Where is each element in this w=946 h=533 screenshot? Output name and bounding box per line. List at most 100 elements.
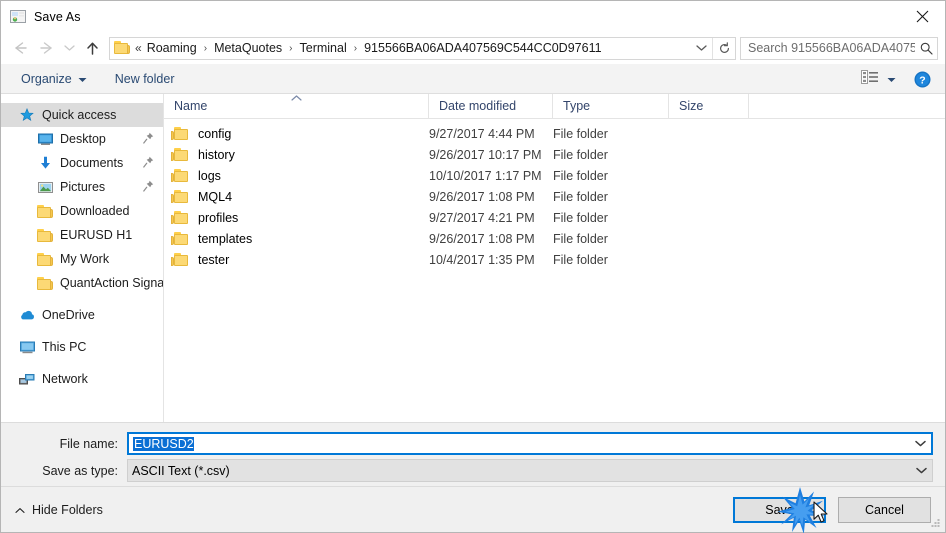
forward-button[interactable] [33,35,59,61]
hide-folders-button[interactable]: Hide Folders [15,503,103,517]
column-header-date-modified[interactable]: Date modified [429,93,553,119]
column-header-size[interactable]: Size [669,93,749,119]
file-name-input[interactable]: EURUSD2 [127,432,933,455]
close-icon[interactable] [899,1,945,31]
cancel-button[interactable]: Cancel [838,496,931,523]
cell-type: File folder [553,252,608,267]
table-row[interactable]: logs 10/10/2017 1:17 PM File folder [164,165,945,186]
address-bar[interactable]: « Roaming › MetaQuotes › Terminal › 9155… [109,36,736,60]
chevron-right-icon[interactable]: › [350,43,361,54]
chevron-down-icon[interactable] [910,467,932,474]
cell-name: MQL4 [164,186,429,207]
folder-icon [171,189,190,204]
file-name-value: EURUSD2 [129,436,909,451]
sidebar-item-label: Quick access [42,108,117,122]
sidebar-item-eurusd-h1[interactable]: EURUSD H1 [1,223,163,247]
table-row[interactable]: templates 9/26/2017 1:08 PM File folder [164,228,945,249]
file-name-row: File name: EURUSD2 [1,432,945,455]
save-as-type-select[interactable]: ASCII Text (*.csv) [127,459,933,482]
chevron-right-icon[interactable]: › [200,43,211,54]
app-icon [10,9,26,25]
table-row[interactable]: history 9/26/2017 10:17 PM File folder [164,144,945,165]
breadcrumb-overflow[interactable]: « [135,41,144,55]
hide-folders-label: Hide Folders [32,502,103,517]
sidebar-item-label: My Work [60,252,110,266]
sidebar-item-quantaction-signal[interactable]: QuantAction Signal [1,271,163,295]
sidebar-item-documents[interactable]: Documents [1,151,163,175]
resize-grip-icon[interactable] [929,516,942,529]
folder-icon [37,251,53,267]
sidebar-item-label: Pictures [60,180,106,194]
folder-icon [171,231,190,246]
cell-name: profiles [164,207,429,228]
cell-type: File folder [553,210,608,225]
dialog-body: Quick access Desktop Documents Pictures … [1,93,945,422]
file-name-label: File name: [59,436,118,451]
sidebar-item-network[interactable]: Network [1,367,163,391]
onedrive-icon [19,307,35,323]
pin-icon[interactable] [143,180,154,195]
new-folder-label: New folder [114,71,175,86]
sidebar-item-label: Downloaded [60,204,130,218]
address-dropdown-icon[interactable] [690,38,712,59]
save-button[interactable]: Save [733,496,826,523]
folder-icon [37,203,53,219]
selected-text: EURUSD2 [133,436,194,451]
cell-size [669,123,749,144]
sidebar-item-pictures[interactable]: Pictures [1,175,163,199]
cell-date: 9/27/2017 4:21 PM [429,210,535,225]
sidebar-item-my-work[interactable]: My Work [1,247,163,271]
column-header-name[interactable]: Name [164,93,429,119]
this-pc-icon [19,339,35,355]
title-bar: Save As [1,1,945,32]
toolbar-right-group: ? [857,64,945,94]
sidebar-item-label: EURUSD H1 [60,228,133,242]
sidebar-item-onedrive[interactable]: OneDrive [1,303,163,327]
help-icon[interactable]: ? [914,71,931,88]
chevron-down-icon [887,70,896,88]
file-name-label: tester [198,252,230,267]
breadcrumb-item-roaming[interactable]: Roaming [144,41,200,55]
pin-icon[interactable] [143,156,154,171]
organize-button[interactable]: Organize [14,67,94,91]
sidebar-item-downloaded[interactable]: Downloaded [1,199,163,223]
command-toolbar: Organize New folder ? [1,64,945,94]
file-name-label: profiles [198,210,239,225]
column-header-label: Size [679,99,704,113]
cell-type: File folder [553,168,608,183]
chevron-down-icon[interactable] [909,440,931,447]
sidebar-item-quick-access[interactable]: Quick access [1,103,163,127]
sidebar-item-desktop[interactable]: Desktop [1,127,163,151]
chevron-right-icon[interactable]: › [285,43,296,54]
documents-icon [37,155,53,171]
table-row[interactable]: MQL4 9/26/2017 1:08 PM File folder [164,186,945,207]
table-row[interactable]: config 9/27/2017 4:44 PM File folder [164,123,945,144]
table-row[interactable]: profiles 9/27/2017 4:21 PM File folder [164,207,945,228]
folder-icon [114,41,130,55]
folder-icon [171,210,190,225]
chevron-down-icon [78,72,87,86]
back-button[interactable] [7,35,33,61]
sidebar-item-label: QuantAction Signal [60,276,164,290]
network-icon [19,371,35,387]
search-input[interactable]: Search 915566BA06ADA40756... [740,36,938,60]
cell-name: tester [164,249,429,270]
up-button[interactable] [79,35,105,61]
refresh-icon[interactable] [712,37,735,59]
pin-icon[interactable] [143,132,154,147]
save-as-type-label: Save as type: [42,463,118,478]
recent-locations-button[interactable] [59,35,79,61]
table-row[interactable]: tester 10/4/2017 1:35 PM File folder [164,249,945,270]
breadcrumb-item-terminal[interactable]: Terminal [297,41,350,55]
sidebar-item-this-pc[interactable]: This PC [1,335,163,359]
column-header-type[interactable]: Type [553,93,669,119]
breadcrumb-item-metaquotes[interactable]: MetaQuotes [211,41,285,55]
navigation-pane: Quick access Desktop Documents Pictures … [1,94,164,422]
change-view-button[interactable] [857,67,900,91]
new-folder-button[interactable]: New folder [108,67,182,91]
save-form: File name: EURUSD2 Save as type: ASCII T… [1,422,945,486]
breadcrumb-item-guid[interactable]: 915566BA06ADA407569C544CC0D97611 [361,41,604,55]
search-icon[interactable] [915,42,937,55]
dialog-buttons: Save Cancel [721,496,931,523]
folder-icon [37,275,53,291]
